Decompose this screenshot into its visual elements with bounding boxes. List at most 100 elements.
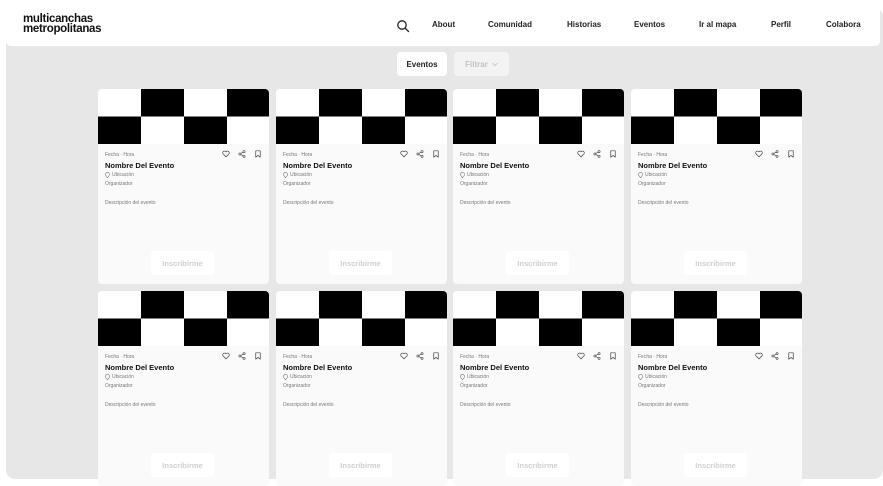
event-location: Ubicación bbox=[638, 172, 667, 178]
register-button[interactable]: Inscribirme bbox=[506, 453, 569, 477]
event-card[interactable]: Fecha · Hora Nombre Del Evento Ubicación… bbox=[453, 291, 624, 486]
event-location: Ubicación bbox=[638, 374, 667, 380]
event-description: Descripción del evento bbox=[105, 200, 156, 206]
event-image-placeholder bbox=[276, 291, 447, 346]
register-button[interactable]: Inscribirme bbox=[329, 453, 392, 477]
event-image-placeholder bbox=[631, 89, 802, 144]
register-button[interactable]: Inscribirme bbox=[151, 453, 214, 477]
event-description: Descripción del evento bbox=[638, 200, 689, 206]
share-icon[interactable] bbox=[771, 352, 779, 360]
event-description: Descripción del evento bbox=[460, 402, 511, 408]
register-button-label: Inscribirme bbox=[340, 258, 381, 268]
location-pin-icon bbox=[105, 374, 110, 380]
heart-icon[interactable] bbox=[577, 150, 585, 158]
card-actions bbox=[400, 352, 440, 360]
brand-logo[interactable]: multicanchas metropolitanas bbox=[23, 13, 102, 35]
event-title[interactable]: Nombre Del Evento bbox=[638, 161, 707, 170]
event-card[interactable]: Fecha · Hora Nombre Del Evento Ubicación… bbox=[453, 89, 624, 284]
event-title[interactable]: Nombre Del Evento bbox=[460, 161, 529, 170]
card-actions bbox=[222, 150, 262, 158]
bookmark-icon[interactable] bbox=[787, 150, 795, 158]
register-button-label: Inscribirme bbox=[695, 460, 736, 470]
event-location-label: Ubicación bbox=[645, 172, 667, 178]
event-title[interactable]: Nombre Del Evento bbox=[283, 363, 352, 372]
bookmark-icon[interactable] bbox=[609, 150, 617, 158]
event-description: Descripción del evento bbox=[283, 402, 334, 408]
event-title[interactable]: Nombre Del Evento bbox=[460, 363, 529, 372]
nav-link-perfil[interactable]: Perfil bbox=[771, 20, 791, 29]
event-organizer: Organizador bbox=[105, 181, 133, 187]
share-icon[interactable] bbox=[593, 150, 601, 158]
share-icon[interactable] bbox=[238, 150, 246, 158]
nav-link-colabora[interactable]: Colabora bbox=[826, 20, 861, 29]
event-date-time: Fecha · Hora bbox=[105, 354, 135, 360]
bookmark-icon[interactable] bbox=[609, 352, 617, 360]
filter-dropdown[interactable]: Filtrar bbox=[454, 52, 509, 76]
event-location-label: Ubicación bbox=[290, 374, 312, 380]
share-icon[interactable] bbox=[416, 352, 424, 360]
register-button[interactable]: Inscribirme bbox=[684, 251, 747, 275]
location-pin-icon bbox=[283, 374, 288, 380]
bookmark-icon[interactable] bbox=[254, 352, 262, 360]
event-title[interactable]: Nombre Del Evento bbox=[638, 363, 707, 372]
event-image-placeholder bbox=[276, 89, 447, 144]
heart-icon[interactable] bbox=[400, 150, 408, 158]
nav-link-eventos[interactable]: Eventos bbox=[634, 20, 665, 29]
heart-icon[interactable] bbox=[755, 352, 763, 360]
top-navbar: multicanchas metropolitanas About Comuni… bbox=[6, 6, 880, 46]
card-actions bbox=[222, 352, 262, 360]
event-title[interactable]: Nombre Del Evento bbox=[105, 161, 174, 170]
register-button[interactable]: Inscribirme bbox=[506, 251, 569, 275]
search-icon[interactable] bbox=[396, 19, 410, 33]
register-button[interactable]: Inscribirme bbox=[329, 251, 392, 275]
location-pin-icon bbox=[460, 374, 465, 380]
share-icon[interactable] bbox=[593, 352, 601, 360]
location-pin-icon bbox=[460, 172, 465, 178]
filter-label: Filtrar bbox=[465, 59, 488, 69]
event-image-placeholder bbox=[98, 89, 269, 144]
heart-icon[interactable] bbox=[222, 150, 230, 158]
nav-link-historias[interactable]: Historias bbox=[567, 20, 601, 29]
nav-link-about[interactable]: About bbox=[432, 20, 455, 29]
event-location: Ubicación bbox=[105, 374, 134, 380]
location-pin-icon bbox=[638, 172, 643, 178]
register-button-label: Inscribirme bbox=[517, 258, 558, 268]
register-button[interactable]: Inscribirme bbox=[151, 251, 214, 275]
event-organizer: Organizador bbox=[105, 383, 133, 389]
location-pin-icon bbox=[105, 172, 110, 178]
bookmark-icon[interactable] bbox=[432, 150, 440, 158]
register-button[interactable]: Inscribirme bbox=[684, 453, 747, 477]
share-icon[interactable] bbox=[416, 150, 424, 158]
nav-link-mapa[interactable]: Ir al mapa bbox=[699, 20, 736, 29]
register-button-label: Inscribirme bbox=[695, 258, 736, 268]
event-card[interactable]: Fecha · Hora Nombre Del Evento Ubicación… bbox=[98, 291, 269, 486]
heart-icon[interactable] bbox=[400, 352, 408, 360]
event-card[interactable]: Fecha · Hora Nombre Del Evento Ubicación… bbox=[631, 291, 802, 486]
location-pin-icon bbox=[638, 374, 643, 380]
heart-icon[interactable] bbox=[755, 150, 763, 158]
heart-icon[interactable] bbox=[577, 352, 585, 360]
bookmark-icon[interactable] bbox=[432, 352, 440, 360]
event-title[interactable]: Nombre Del Evento bbox=[105, 363, 174, 372]
card-actions bbox=[400, 150, 440, 158]
card-actions bbox=[577, 150, 617, 158]
event-card[interactable]: Fecha · Hora Nombre Del Evento Ubicación… bbox=[631, 89, 802, 284]
bookmark-icon[interactable] bbox=[787, 352, 795, 360]
event-title[interactable]: Nombre Del Evento bbox=[283, 161, 352, 170]
bookmark-icon[interactable] bbox=[254, 150, 262, 158]
event-card[interactable]: Fecha · Hora Nombre Del Evento Ubicación… bbox=[276, 89, 447, 284]
event-organizer: Organizador bbox=[638, 383, 666, 389]
heart-icon[interactable] bbox=[222, 352, 230, 360]
event-date-time: Fecha · Hora bbox=[105, 152, 135, 158]
share-icon[interactable] bbox=[238, 352, 246, 360]
events-tab-button[interactable]: Eventos bbox=[397, 52, 447, 76]
card-actions bbox=[755, 352, 795, 360]
nav-link-comunidad[interactable]: Comunidad bbox=[488, 20, 532, 29]
event-card[interactable]: Fecha · Hora Nombre Del Evento Ubicación… bbox=[276, 291, 447, 486]
event-date-time: Fecha · Hora bbox=[638, 152, 668, 158]
share-icon[interactable] bbox=[771, 150, 779, 158]
event-description: Descripción del evento bbox=[283, 200, 334, 206]
event-card[interactable]: Fecha · Hora Nombre Del Evento Ubicación… bbox=[98, 89, 269, 284]
event-location-label: Ubicación bbox=[112, 374, 134, 380]
event-image-placeholder bbox=[453, 291, 624, 346]
